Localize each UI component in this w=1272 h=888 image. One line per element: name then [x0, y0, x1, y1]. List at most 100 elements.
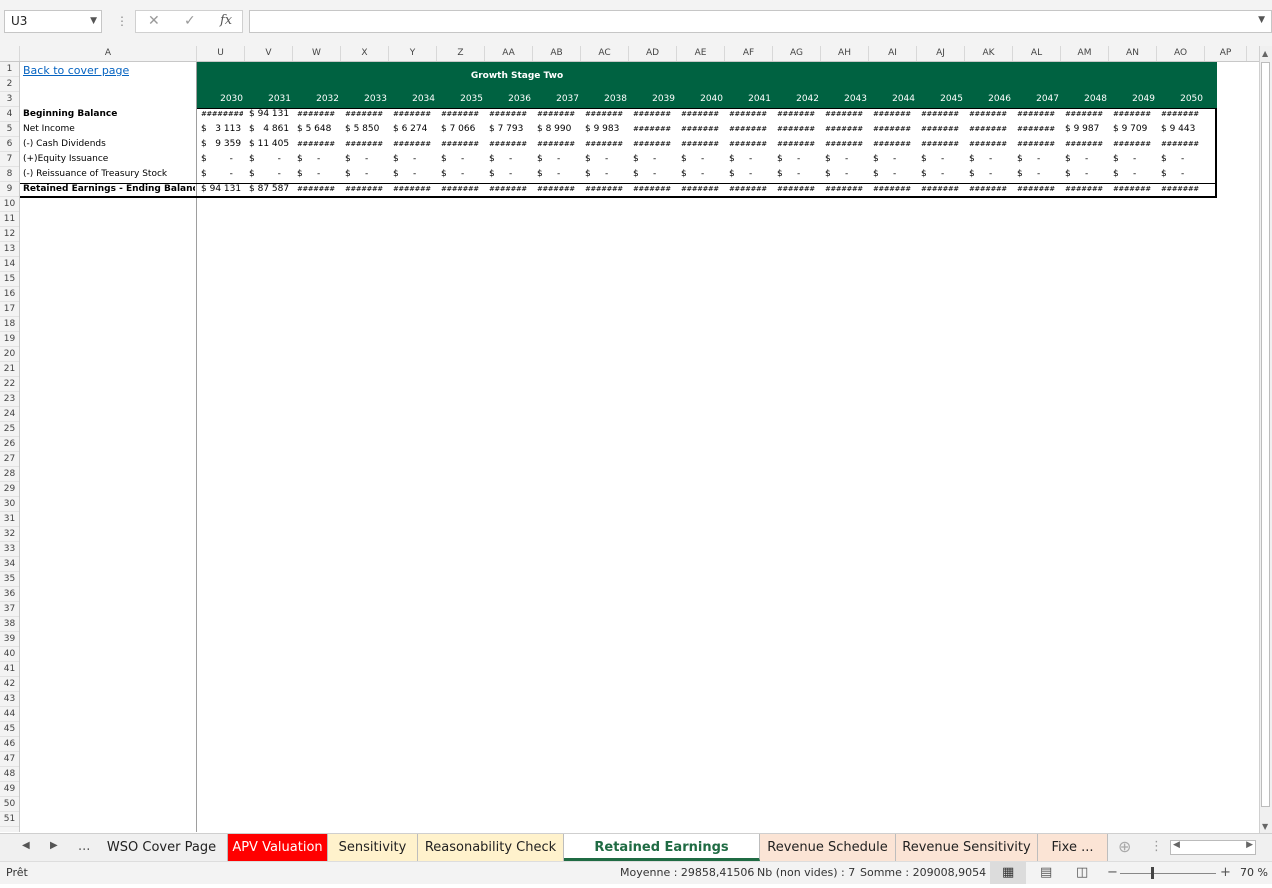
year-header[interactable]: 2048: [1061, 94, 1107, 104]
row-header[interactable]: 49: [0, 782, 19, 797]
table-cell[interactable]: $ -: [921, 169, 963, 179]
table-cell[interactable]: #######: [297, 140, 339, 148]
table-cell[interactable]: #######: [729, 185, 771, 193]
page-break-icon[interactable]: ◫: [1076, 862, 1088, 884]
row-header[interactable]: 39: [0, 632, 19, 647]
column-header[interactable]: AB: [533, 46, 581, 61]
normal-view-button[interactable]: ▦: [990, 862, 1026, 884]
table-cell[interactable]: $ -: [969, 154, 1011, 164]
horizontal-scrollbar[interactable]: ◀ ▶: [1170, 840, 1256, 855]
table-cell[interactable]: #######: [537, 140, 579, 148]
table-cell[interactable]: #######: [681, 125, 723, 133]
row-header[interactable]: 33: [0, 542, 19, 557]
table-cell[interactable]: $ 94 131: [249, 109, 291, 119]
table-cell[interactable]: $ -: [681, 154, 723, 164]
chevron-down-icon[interactable]: ▼: [1258, 15, 1265, 25]
zoom-slider[interactable]: [1120, 873, 1216, 874]
table-cell[interactable]: $ -: [681, 169, 723, 179]
table-cell[interactable]: $ 87 587: [249, 184, 291, 194]
column-header[interactable]: AK: [965, 46, 1013, 61]
row-header[interactable]: 43: [0, 692, 19, 707]
scroll-down-icon[interactable]: ▼: [1262, 822, 1268, 831]
row-header[interactable]: 20: [0, 347, 19, 362]
table-cell[interactable]: $ -: [537, 154, 579, 164]
table-cell[interactable]: $ 9 443: [1161, 124, 1203, 134]
column-header[interactable]: W: [293, 46, 341, 61]
row-header[interactable]: 51: [0, 812, 19, 827]
table-cell[interactable]: #######: [873, 110, 915, 118]
row-header[interactable]: 8: [0, 167, 19, 182]
column-header[interactable]: AE: [677, 46, 725, 61]
row-header[interactable]: 50: [0, 797, 19, 812]
table-cell[interactable]: #######: [633, 125, 675, 133]
page-layout-icon[interactable]: ▤: [1040, 862, 1052, 884]
table-cell[interactable]: #######: [633, 110, 675, 118]
row-header[interactable]: 37: [0, 602, 19, 617]
table-cell[interactable]: $ -: [201, 154, 243, 164]
year-header[interactable]: 2046: [965, 94, 1011, 104]
table-cell[interactable]: #######: [825, 185, 867, 193]
row-header[interactable]: 14: [0, 257, 19, 272]
table-cell[interactable]: $ -: [441, 169, 483, 179]
table-cell[interactable]: #######: [345, 140, 387, 148]
year-header[interactable]: 2043: [821, 94, 867, 104]
formula-input[interactable]: ▼: [249, 10, 1272, 33]
add-sheet-icon[interactable]: ⊕: [1118, 837, 1131, 856]
sheet-tab[interactable]: Revenue Schedule: [760, 834, 896, 861]
table-cell[interactable]: $ 6 274: [393, 124, 435, 134]
table-cell[interactable]: #######: [921, 125, 963, 133]
year-header[interactable]: 2036: [485, 94, 531, 104]
table-cell[interactable]: $ -: [729, 169, 771, 179]
table-cell[interactable]: #######: [825, 110, 867, 118]
table-cell[interactable]: #######: [681, 140, 723, 148]
table-cell[interactable]: $ -: [1017, 154, 1059, 164]
row-header[interactable]: 35: [0, 572, 19, 587]
year-header[interactable]: 2047: [1013, 94, 1059, 104]
year-header[interactable]: 2039: [629, 94, 675, 104]
row-header[interactable]: 21: [0, 362, 19, 377]
table-cell[interactable]: #######: [1017, 125, 1059, 133]
row-label[interactable]: Beginning Balance: [23, 109, 195, 119]
column-header[interactable]: Z: [437, 46, 485, 61]
row-header[interactable]: 42: [0, 677, 19, 692]
sheet-tab[interactable]: APV Valuation: [228, 834, 328, 861]
table-cell[interactable]: $ 94 131: [201, 184, 243, 194]
table-cell[interactable]: #######: [393, 110, 435, 118]
table-cell[interactable]: #######: [585, 185, 627, 193]
table-cell[interactable]: #######: [297, 110, 339, 118]
year-header[interactable]: 2035: [437, 94, 483, 104]
table-cell[interactable]: #######: [1161, 140, 1203, 148]
year-header[interactable]: 2031: [245, 94, 291, 104]
table-cell[interactable]: #######: [537, 110, 579, 118]
table-cell[interactable]: #######: [345, 185, 387, 193]
table-cell[interactable]: #######: [777, 185, 819, 193]
table-cell[interactable]: #######: [681, 110, 723, 118]
table-cell[interactable]: #######: [777, 125, 819, 133]
table-cell[interactable]: #######: [921, 185, 963, 193]
table-cell[interactable]: $ -: [345, 154, 387, 164]
table-cell[interactable]: #######: [441, 140, 483, 148]
table-cell[interactable]: #######: [633, 185, 675, 193]
row-header[interactable]: 25: [0, 422, 19, 437]
table-cell[interactable]: $ -: [633, 154, 675, 164]
cancel-icon[interactable]: ✕: [148, 13, 160, 29]
table-cell[interactable]: $ -: [1065, 154, 1107, 164]
table-cell[interactable]: $ 5 648: [297, 124, 339, 134]
row-header[interactable]: 15: [0, 272, 19, 287]
row-header[interactable]: 47: [0, 752, 19, 767]
table-cell[interactable]: $ -: [345, 169, 387, 179]
table-cell[interactable]: #######: [1113, 110, 1155, 118]
row-header[interactable]: 4: [0, 107, 19, 122]
table-cell[interactable]: $ -: [441, 154, 483, 164]
table-cell[interactable]: #######: [969, 110, 1011, 118]
table-cell[interactable]: $ -: [1113, 169, 1155, 179]
table-cell[interactable]: $ -: [777, 169, 819, 179]
table-cell[interactable]: #######: [921, 140, 963, 148]
row-label[interactable]: (-) Reissuance of Treasury Stock: [23, 169, 195, 179]
table-cell[interactable]: $ -: [297, 154, 339, 164]
year-header[interactable]: 2042: [773, 94, 819, 104]
column-header[interactable]: AJ: [917, 46, 965, 61]
table-cell[interactable]: #######: [441, 185, 483, 193]
column-header[interactable]: AD: [629, 46, 677, 61]
table-cell[interactable]: #######: [1065, 140, 1107, 148]
